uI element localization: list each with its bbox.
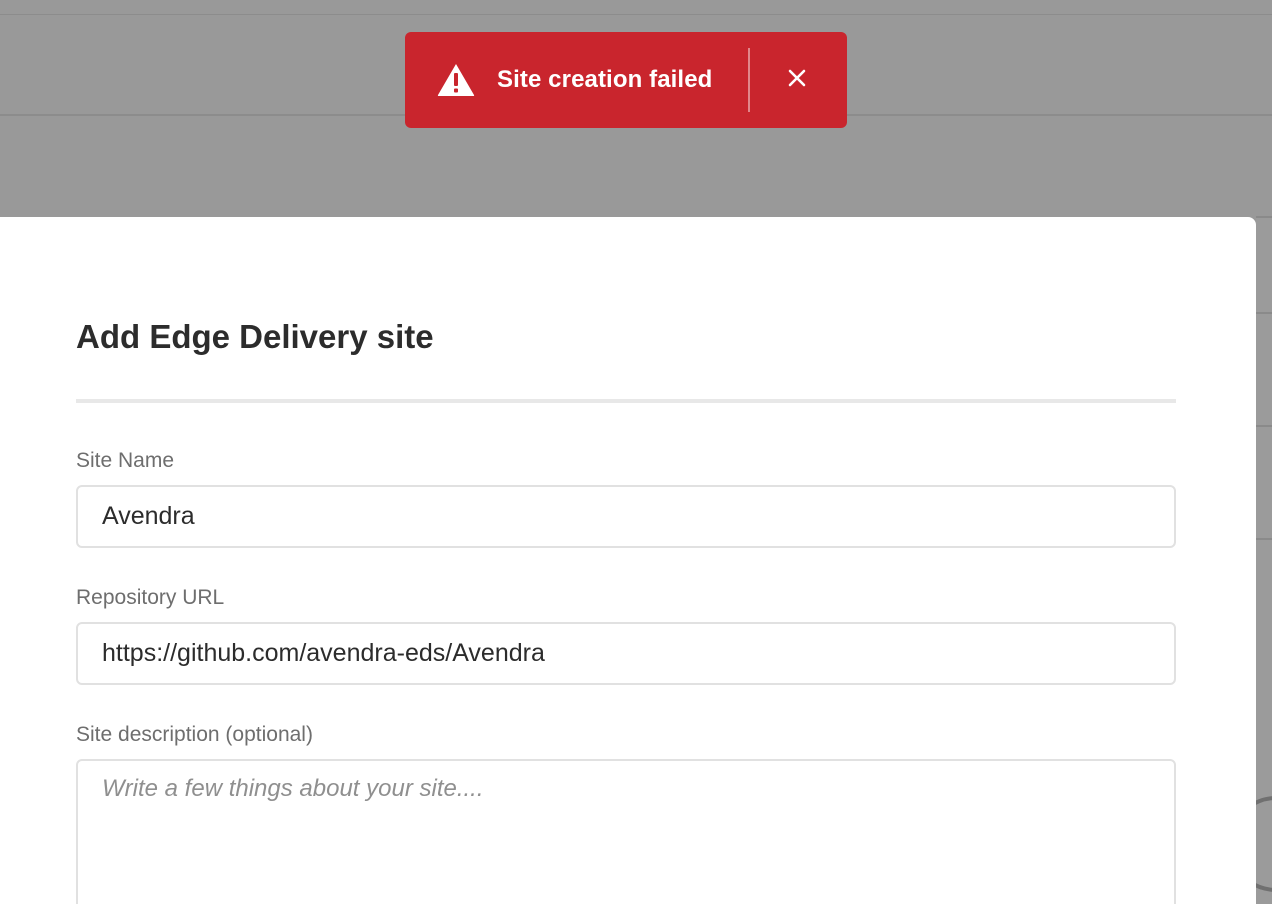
site-name-label: Site Name (76, 449, 175, 472)
repository-url-input[interactable] (76, 622, 1176, 685)
background-divider (1256, 425, 1272, 427)
background-divider (1256, 538, 1272, 540)
background-divider (1256, 216, 1272, 218)
dialog-divider (76, 399, 1176, 403)
add-site-dialog: Add Edge Delivery site Site Name Reposit… (0, 217, 1256, 904)
site-name-input[interactable] (76, 485, 1176, 548)
toast-message: Site creation failed (497, 66, 713, 93)
background-divider (0, 14, 1272, 15)
error-toast: Site creation failed (405, 32, 847, 128)
close-icon (788, 69, 806, 92)
site-description-textarea[interactable] (76, 759, 1176, 904)
site-description-label: Site description (optional) (76, 723, 313, 746)
toast-close-button[interactable] (777, 60, 817, 100)
alert-triangle-icon (437, 63, 475, 97)
dialog-title: Add Edge Delivery site (76, 318, 434, 355)
background-divider (1256, 312, 1272, 314)
toast-divider (748, 48, 750, 112)
repository-url-label: Repository URL (76, 586, 225, 609)
